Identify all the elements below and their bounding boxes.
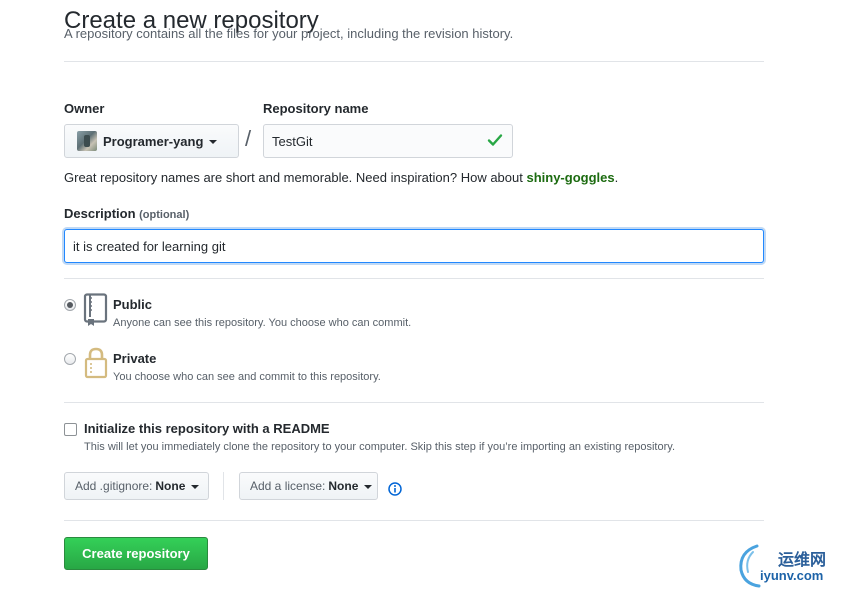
repo-book-icon — [83, 293, 108, 326]
license-select-button[interactable]: Add a license: None — [239, 472, 378, 500]
description-label: Description (optional) — [64, 206, 189, 221]
readme-note: This will let you immediately clone the … — [84, 441, 675, 453]
gitignore-value: None — [155, 479, 186, 493]
chevron-down-icon — [209, 140, 218, 144]
chevron-down-icon — [364, 485, 373, 489]
gitignore-label: Add .gitignore: — [75, 479, 153, 493]
name-hint-text: Great repository names are short and mem… — [64, 170, 527, 185]
name-hint: Great repository names are short and mem… — [64, 170, 618, 185]
readme-checkbox[interactable] — [64, 423, 77, 436]
divider — [64, 278, 764, 279]
info-icon[interactable] — [388, 482, 402, 496]
name-suggestion-link[interactable]: shiny-goggles — [526, 170, 614, 185]
private-option-title: Private — [113, 351, 157, 366]
avatar — [77, 131, 97, 151]
divider — [64, 61, 764, 62]
watermark-text-cn: 运维网 — [778, 552, 827, 569]
repo-name-label: Repository name — [263, 101, 369, 116]
private-option-note: You choose who can see and commit to thi… — [113, 371, 381, 383]
owner-name: Programer-yang — [103, 133, 204, 149]
owner-select-button[interactable]: Programer-yang — [64, 124, 239, 158]
gitignore-select-button[interactable]: Add .gitignore: None — [64, 472, 209, 500]
create-repository-button[interactable]: Create repository — [64, 537, 208, 570]
repo-name-input[interactable] — [263, 124, 513, 158]
watermark-text-en: iyunv.com — [760, 568, 824, 583]
page-subtitle: A repository contains all the files for … — [64, 26, 514, 41]
name-hint-end: . — [614, 170, 619, 185]
divider — [64, 402, 764, 403]
description-input[interactable] — [64, 229, 764, 263]
optional-tag: (optional) — [139, 209, 190, 221]
lock-icon — [84, 347, 108, 379]
readme-label[interactable]: Initialize this repository with a README — [84, 421, 330, 436]
license-value: None — [328, 479, 359, 493]
owner-repo-separator: / — [245, 126, 252, 151]
public-radio[interactable] — [64, 299, 76, 311]
license-label: Add a license: — [250, 479, 326, 493]
owner-label: Owner — [64, 101, 105, 116]
public-option-title: Public — [113, 297, 153, 312]
private-radio[interactable] — [64, 353, 76, 365]
divider — [64, 520, 764, 521]
description-label-text: Description — [64, 206, 136, 221]
check-icon — [487, 134, 503, 146]
separator — [223, 472, 224, 500]
chevron-down-icon — [191, 485, 200, 489]
public-option-note: Anyone can see this repository. You choo… — [113, 317, 412, 329]
